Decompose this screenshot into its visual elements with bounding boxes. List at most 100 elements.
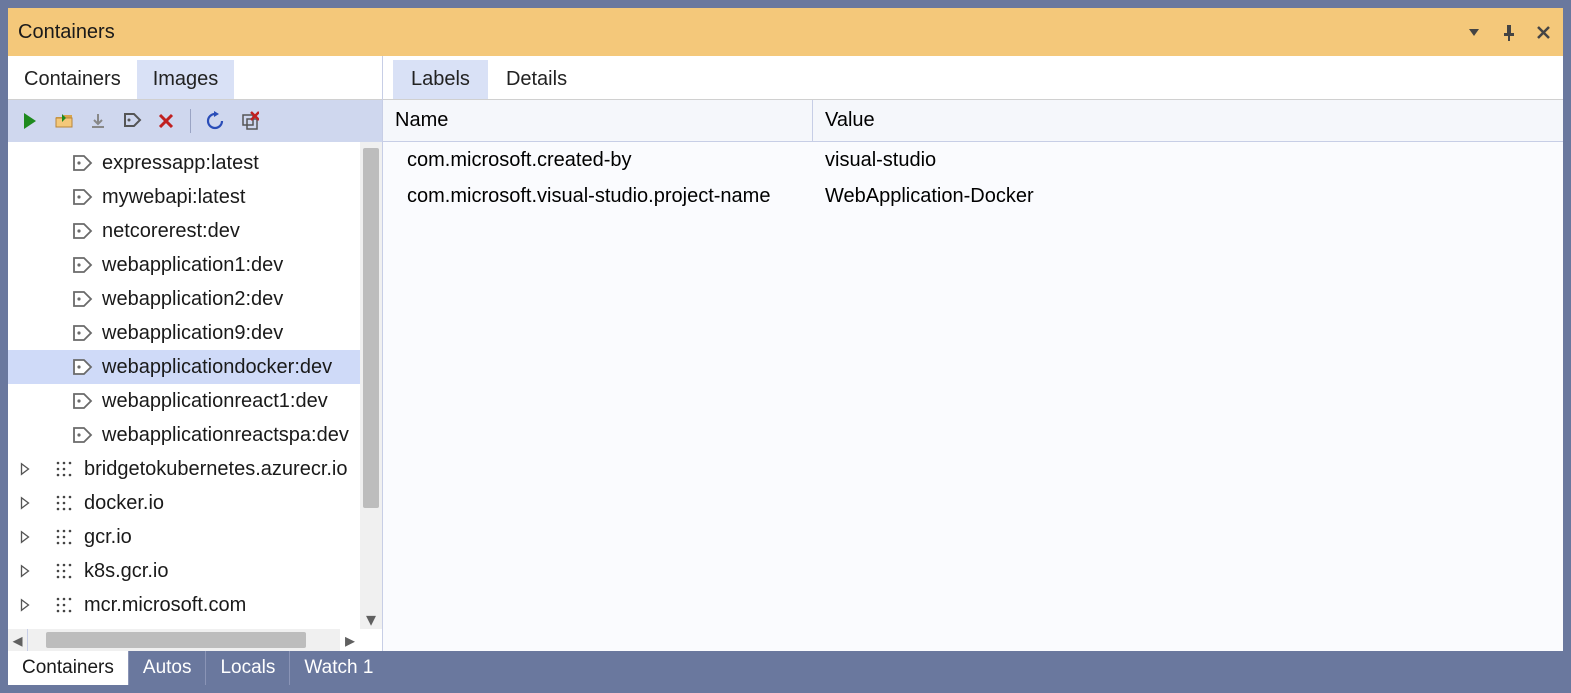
vertical-scroll-thumb[interactable] (363, 148, 379, 508)
pin-button[interactable] (1495, 18, 1523, 46)
image-tag-icon (70, 321, 94, 345)
image-tag-icon (70, 287, 94, 311)
prune-icon (239, 111, 259, 131)
column-header-name[interactable]: Name (383, 100, 813, 141)
image-tag-icon (70, 355, 94, 379)
image-tag-icon (70, 423, 94, 447)
open-button[interactable] (48, 105, 80, 137)
labels-grid-header: Name Value (383, 100, 1563, 142)
registry-item[interactable]: k8s.gcr.io (8, 554, 360, 588)
right-tab-labels[interactable]: Labels (393, 60, 488, 99)
horizontal-scrollbar[interactable]: ◂ ▸ (8, 629, 360, 651)
image-item[interactable]: webapplicationreact1:dev (8, 384, 360, 418)
tree-item-label: webapplicationreact1:dev (102, 390, 328, 413)
registry-item[interactable]: bridgetokubernetes.azurecr.io (8, 452, 360, 486)
expander-icon[interactable] (16, 496, 34, 510)
play-icon (20, 111, 40, 131)
image-item[interactable]: expressapp:latest (8, 146, 360, 180)
registry-item[interactable]: mcr.microsoft.com (8, 588, 360, 622)
right-tab-details[interactable]: Details (488, 60, 585, 99)
tree-item-label: mywebapi:latest (102, 186, 245, 209)
vertical-scrollbar[interactable]: ▴ ▾ (360, 142, 382, 629)
left-tab-containers[interactable]: Containers (8, 60, 137, 99)
left-tab-strip: ContainersImages (8, 56, 382, 100)
details-panel: LabelsDetails Name Value com.microsoft.c… (383, 56, 1563, 651)
right-tab-strip: LabelsDetails (383, 56, 1563, 100)
image-tag-icon (70, 151, 94, 175)
tree-item-label: webapplicationreactspa:dev (102, 424, 349, 447)
images-toolbar (8, 100, 382, 142)
image-item[interactable]: webapplicationreactspa:dev (8, 418, 360, 452)
prune-button[interactable] (233, 105, 265, 137)
left-panel: ContainersImages expressapp:latest myweba… (8, 56, 383, 651)
images-tree[interactable]: expressapp:latest mywebapi:latest netcorer… (8, 142, 360, 629)
tag-icon (122, 111, 142, 131)
scroll-left-arrow[interactable]: ◂ (8, 629, 28, 651)
tree-item-label: k8s.gcr.io (84, 560, 168, 583)
expander-icon[interactable] (16, 530, 34, 544)
image-item[interactable]: webapplication1:dev (8, 248, 360, 282)
close-button[interactable] (1529, 18, 1557, 46)
image-item[interactable]: webapplication2:dev (8, 282, 360, 316)
registry-icon (52, 593, 76, 617)
bottom-tab-watch-1[interactable]: Watch 1 (289, 651, 387, 685)
image-tag-icon (70, 253, 94, 277)
tree-item-label: netcorerest:dev (102, 220, 240, 243)
tag-button[interactable] (116, 105, 148, 137)
bottom-tab-strip: ContainersAutosLocalsWatch 1 (8, 651, 1563, 685)
bottom-tab-autos[interactable]: Autos (128, 651, 206, 685)
registry-icon (52, 559, 76, 583)
tree-item-label: bridgetokubernetes.azurecr.io (84, 458, 348, 481)
label-value-cell: WebApplication-Docker (813, 185, 1563, 208)
image-tag-icon (70, 389, 94, 413)
label-name-cell: com.microsoft.created-by (383, 149, 813, 172)
label-row[interactable]: com.microsoft.created-byvisual-studio (383, 142, 1563, 178)
horizontal-scroll-thumb[interactable] (46, 632, 306, 648)
labels-grid-body: com.microsoft.created-byvisual-studiocom… (383, 142, 1563, 651)
left-tab-images[interactable]: Images (137, 60, 235, 99)
tree-item-label: webapplication9:dev (102, 322, 283, 345)
expander-icon[interactable] (16, 598, 34, 612)
expander-icon[interactable] (16, 462, 34, 476)
image-item[interactable]: webapplication9:dev (8, 316, 360, 350)
download-icon (88, 111, 108, 131)
registry-item[interactable]: docker.io (8, 486, 360, 520)
refresh-button[interactable] (199, 105, 231, 137)
tree-item-label: webapplication1:dev (102, 254, 283, 277)
tree-item-label: gcr.io (84, 526, 132, 549)
image-tag-icon (70, 219, 94, 243)
registry-item[interactable]: gcr.io (8, 520, 360, 554)
image-tag-icon (70, 185, 94, 209)
expander-icon[interactable] (16, 564, 34, 578)
tree-item-label: webapplicationdocker:dev (102, 356, 332, 379)
scroll-down-arrow[interactable]: ▾ (360, 609, 382, 629)
registry-icon (52, 491, 76, 515)
window-options-button[interactable] (1461, 18, 1489, 46)
window-title: Containers (18, 21, 115, 44)
titlebar: Containers (8, 8, 1563, 56)
bottom-tab-containers[interactable]: Containers (8, 651, 128, 685)
label-name-cell: com.microsoft.visual-studio.project-name (383, 185, 813, 208)
image-item[interactable]: mywebapi:latest (8, 180, 360, 214)
label-row[interactable]: com.microsoft.visual-studio.project-name… (383, 178, 1563, 214)
pull-button[interactable] (82, 105, 114, 137)
containers-tool-window: Containers ContainersImages expressapp:l… (8, 8, 1563, 685)
column-header-value[interactable]: Value (813, 100, 1563, 141)
registry-icon (52, 525, 76, 549)
image-item[interactable]: netcorerest:dev (8, 214, 360, 248)
registry-icon (52, 457, 76, 481)
delete-icon (156, 111, 176, 131)
tree-item-label: webapplication2:dev (102, 288, 283, 311)
tree-item-label: docker.io (84, 492, 164, 515)
scroll-right-arrow[interactable]: ▸ (340, 629, 360, 651)
toolbar-divider (190, 109, 191, 133)
open-folder-icon (54, 111, 74, 131)
tree-item-label: mcr.microsoft.com (84, 594, 246, 617)
label-value-cell: visual-studio (813, 149, 1563, 172)
refresh-icon (205, 111, 225, 131)
run-button[interactable] (14, 105, 46, 137)
tree-item-label: expressapp:latest (102, 152, 259, 175)
image-item[interactable]: webapplicationdocker:dev (8, 350, 360, 384)
bottom-tab-locals[interactable]: Locals (205, 651, 289, 685)
delete-button[interactable] (150, 105, 182, 137)
